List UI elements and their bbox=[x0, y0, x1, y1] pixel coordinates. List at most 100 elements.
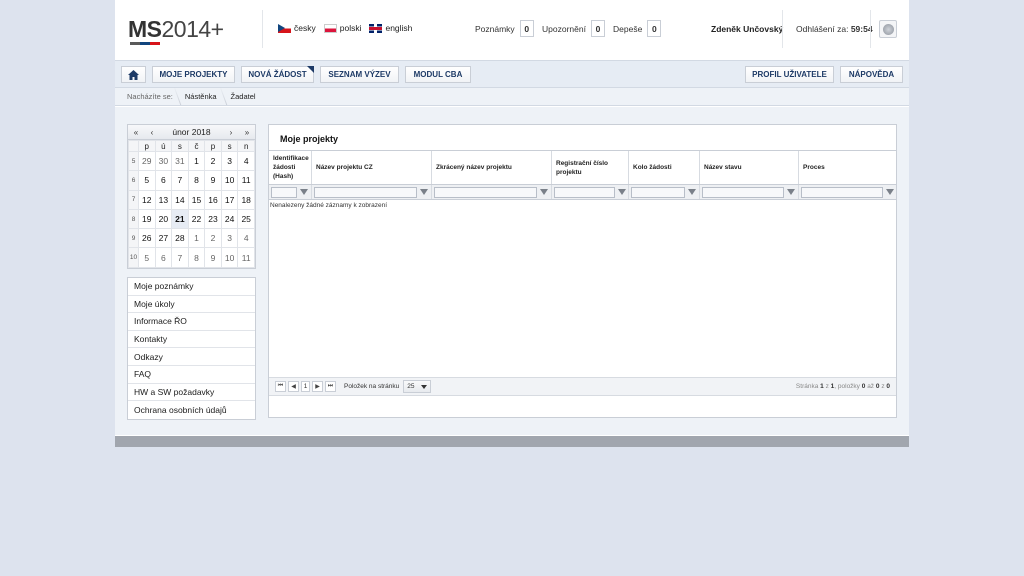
calendar-day[interactable]: 5 bbox=[138, 247, 156, 268]
calendar-day[interactable]: 11 bbox=[237, 170, 255, 191]
calendar-day[interactable]: 10 bbox=[220, 247, 239, 268]
calendar-day[interactable]: 27 bbox=[154, 228, 173, 249]
calendar-day[interactable]: 3 bbox=[220, 228, 239, 249]
calendar-day[interactable]: 11 bbox=[237, 247, 255, 268]
calendar-day[interactable]: 23 bbox=[204, 208, 222, 230]
column-header-nazev-stavu[interactable]: Název stavu bbox=[700, 151, 799, 184]
logout-button[interactable] bbox=[879, 20, 897, 38]
side-menu-item-ochrana-udaju[interactable]: Ochrana osobních údajů bbox=[128, 401, 255, 419]
calendar-day[interactable]: 29 bbox=[138, 150, 156, 172]
calendar-day[interactable]: 17 bbox=[220, 189, 239, 210]
calendar-day[interactable]: 9 bbox=[204, 247, 222, 268]
page-size-select[interactable]: 25 bbox=[403, 380, 432, 393]
nav-profil-uzivatele[interactable]: PROFIL UŽIVATELE bbox=[745, 66, 834, 83]
column-header-registracni-cislo[interactable]: Registrační číslo projektu bbox=[552, 151, 629, 184]
calendar-day[interactable]: 4 bbox=[237, 228, 255, 249]
nav-seznam-vyzev[interactable]: SEZNAM VÝZEV bbox=[320, 66, 399, 83]
calendar-day[interactable]: 16 bbox=[204, 189, 222, 210]
calendar-day[interactable]: 22 bbox=[187, 208, 206, 230]
filter-icon[interactable] bbox=[787, 189, 795, 195]
calendar-day[interactable]: 13 bbox=[154, 189, 173, 210]
column-header-kolo-zadosti[interactable]: Kolo žádosti bbox=[629, 151, 700, 184]
calendar-day[interactable]: 21 bbox=[171, 208, 189, 230]
calendar-day[interactable]: 25 bbox=[237, 208, 255, 230]
language-en[interactable]: english bbox=[369, 23, 412, 33]
calendar-day[interactable]: 19 bbox=[138, 208, 156, 230]
nav-moje-projekty[interactable]: MOJE PROJEKTY bbox=[152, 66, 235, 83]
first-page-icon[interactable]: ⏮ bbox=[275, 381, 286, 392]
next-page-icon[interactable]: ▶ bbox=[312, 381, 323, 392]
filter-icon[interactable] bbox=[540, 189, 548, 195]
side-menu-item-ukoly[interactable]: Moje úkoly bbox=[128, 296, 255, 314]
next-month-icon[interactable]: › bbox=[223, 128, 239, 137]
calendar-day[interactable]: 31 bbox=[171, 150, 189, 172]
calendar-day[interactable]: 30 bbox=[154, 150, 173, 172]
calendar-day[interactable]: 24 bbox=[220, 208, 239, 230]
calendar-day[interactable]: 6 bbox=[154, 170, 173, 191]
calendar-day[interactable]: 2 bbox=[204, 228, 222, 249]
prev-year-icon[interactable]: « bbox=[128, 128, 144, 137]
calendar-day[interactable]: 1 bbox=[187, 150, 206, 172]
filter-icon[interactable] bbox=[300, 189, 308, 195]
alerts-counter[interactable]: Upozornění 0 bbox=[542, 20, 605, 37]
side-menu-item-poznamky[interactable]: Moje poznámky bbox=[128, 278, 255, 296]
column-header-proces[interactable]: Proces bbox=[799, 151, 896, 184]
side-menu-item-hw-sw[interactable]: HW a SW požadavky bbox=[128, 384, 255, 402]
breadcrumb-item-nastenka[interactable]: Nástěnka bbox=[179, 92, 225, 101]
next-year-icon[interactable]: » bbox=[239, 128, 255, 137]
calendar-day[interactable]: 18 bbox=[237, 189, 255, 210]
filter-icon[interactable] bbox=[420, 189, 428, 195]
filter-input[interactable] bbox=[554, 186, 615, 198]
calendar-month[interactable]: únor 2018 bbox=[160, 127, 223, 137]
language-cz[interactable]: česky bbox=[278, 23, 316, 33]
calendar-day[interactable]: 8 bbox=[187, 247, 206, 268]
calendar-day[interactable]: 5 bbox=[138, 170, 156, 191]
calendar-day[interactable]: 9 bbox=[204, 170, 222, 191]
page-number-input[interactable]: 1 bbox=[301, 381, 310, 392]
filter-input[interactable] bbox=[271, 186, 297, 198]
ms2014-logo[interactable]: MS2014+ bbox=[128, 16, 224, 45]
language-pl[interactable]: polski bbox=[323, 23, 361, 33]
side-menu-item-kontakty[interactable]: Kontakty bbox=[128, 331, 255, 349]
column-header-zkraceny-nazev[interactable]: Zkrácený název projektu bbox=[432, 151, 552, 184]
nav-nova-zadost[interactable]: NOVÁ ŽÁDOST bbox=[241, 66, 314, 83]
side-menu-item-odkazy[interactable]: Odkazy bbox=[128, 348, 255, 366]
calendar-day[interactable]: 4 bbox=[237, 150, 255, 172]
column-header-hash[interactable]: Identifikace žádosti (Hash) bbox=[269, 151, 312, 184]
prev-month-icon[interactable]: ‹ bbox=[144, 128, 160, 137]
calendar-day[interactable]: 26 bbox=[138, 228, 156, 249]
filter-input[interactable] bbox=[801, 186, 883, 198]
user-name[interactable]: Zdeněk Unčovský bbox=[711, 24, 783, 34]
filter-input[interactable] bbox=[631, 186, 685, 198]
side-menu-item-faq[interactable]: FAQ bbox=[128, 366, 255, 384]
filter-icon[interactable] bbox=[618, 189, 626, 195]
nav-modul-cba[interactable]: MODUL CBA bbox=[405, 66, 471, 83]
nav-napoveda[interactable]: NÁPOVĚDA bbox=[840, 66, 903, 83]
calendar-day[interactable]: 10 bbox=[220, 170, 239, 191]
calendar-day[interactable]: 14 bbox=[171, 189, 189, 210]
filter-input[interactable] bbox=[314, 186, 417, 198]
calendar-day[interactable]: 7 bbox=[171, 247, 189, 268]
messages-counter[interactable]: Depeše 0 bbox=[613, 20, 662, 37]
filter-icon[interactable] bbox=[886, 189, 894, 195]
notes-counter[interactable]: Poznámky 0 bbox=[475, 20, 534, 37]
column-header-nazev-cz[interactable]: Název projektu CZ bbox=[312, 151, 432, 184]
calendar-day[interactable]: 28 bbox=[171, 228, 189, 249]
calendar-day[interactable]: 3 bbox=[220, 150, 239, 172]
filter-icon[interactable] bbox=[688, 189, 696, 195]
filter-input[interactable] bbox=[702, 186, 784, 198]
calendar-day[interactable]: 20 bbox=[154, 208, 173, 230]
home-button[interactable] bbox=[121, 66, 146, 83]
last-page-icon[interactable]: ⏭ bbox=[325, 381, 336, 392]
calendar-day[interactable]: 12 bbox=[138, 189, 156, 210]
calendar-day[interactable]: 15 bbox=[187, 189, 206, 210]
calendar-day[interactable]: 8 bbox=[187, 170, 206, 191]
prev-page-icon[interactable]: ◀ bbox=[288, 381, 299, 392]
calendar-day[interactable]: 6 bbox=[154, 247, 173, 268]
filter-input[interactable] bbox=[434, 186, 537, 198]
calendar-day[interactable]: 1 bbox=[187, 228, 206, 249]
calendar-day[interactable]: 7 bbox=[171, 170, 189, 191]
breadcrumb-item-zadatel[interactable]: Žadatel bbox=[225, 92, 264, 101]
calendar-day[interactable]: 2 bbox=[204, 150, 222, 172]
side-menu-item-informace-ro[interactable]: Informace ŘO bbox=[128, 313, 255, 331]
